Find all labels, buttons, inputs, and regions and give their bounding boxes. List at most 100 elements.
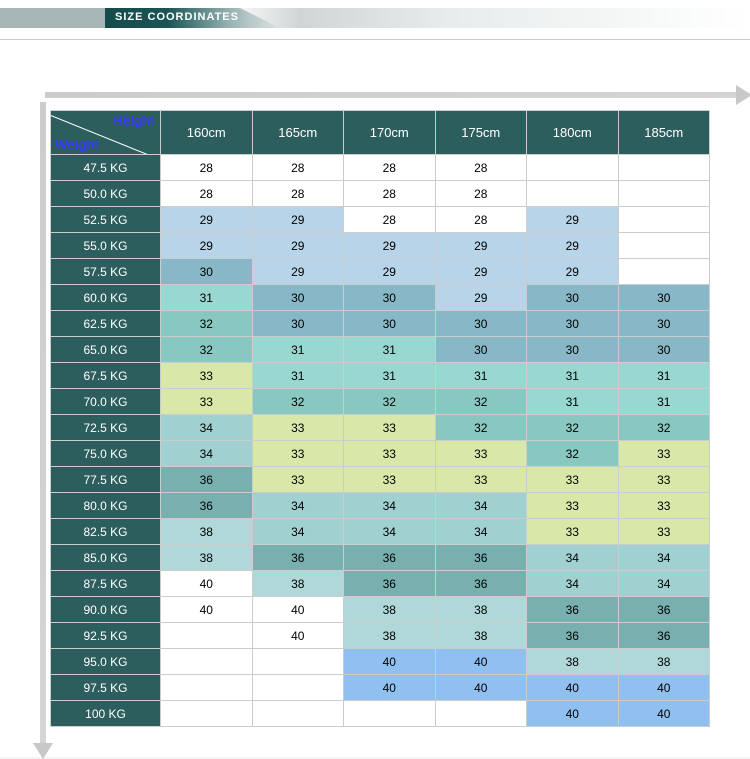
- size-cell: 34: [161, 415, 253, 441]
- size-cell: 34: [527, 545, 619, 571]
- size-cell: [344, 701, 436, 727]
- row-header: 80.0 KG: [51, 493, 161, 519]
- size-cell: 29: [435, 259, 527, 285]
- size-cell: 29: [252, 233, 344, 259]
- size-cell: 33: [618, 519, 710, 545]
- col-header: 185cm: [618, 111, 710, 155]
- size-cell: 32: [618, 415, 710, 441]
- col-header: 160cm: [161, 111, 253, 155]
- size-cell: [435, 701, 527, 727]
- size-cell: 31: [252, 337, 344, 363]
- size-cell: 38: [435, 623, 527, 649]
- table-row: 95.0 KG40403838: [51, 649, 710, 675]
- size-cell: [527, 181, 619, 207]
- axis-arrow-down-icon: [40, 102, 46, 747]
- row-header: 47.5 KG: [51, 155, 161, 181]
- size-cell: 40: [161, 571, 253, 597]
- size-cell: 29: [527, 233, 619, 259]
- size-cell: 38: [618, 649, 710, 675]
- size-cell: 30: [344, 285, 436, 311]
- row-header: 75.0 KG: [51, 441, 161, 467]
- size-cell: 30: [344, 311, 436, 337]
- size-cell: 30: [527, 337, 619, 363]
- size-cell: 33: [344, 467, 436, 493]
- row-header: 60.0 KG: [51, 285, 161, 311]
- row-header: 72.5 KG: [51, 415, 161, 441]
- size-cell: 36: [344, 571, 436, 597]
- row-header: 90.0 KG: [51, 597, 161, 623]
- col-header: 180cm: [527, 111, 619, 155]
- size-cell: 34: [252, 493, 344, 519]
- table-row: 85.0 KG383636363434: [51, 545, 710, 571]
- size-cell: 28: [252, 181, 344, 207]
- size-cell: 36: [435, 571, 527, 597]
- col-header: 170cm: [344, 111, 436, 155]
- size-cell: [618, 207, 710, 233]
- size-cell: 29: [435, 233, 527, 259]
- table-row: 72.5 KG343333323232: [51, 415, 710, 441]
- size-cell: 40: [435, 675, 527, 701]
- table-row: 97.5 KG40404040: [51, 675, 710, 701]
- size-cell: 31: [161, 285, 253, 311]
- size-cell: 32: [435, 389, 527, 415]
- size-cell: 28: [344, 207, 436, 233]
- table-row: 77.5 KG363333333333: [51, 467, 710, 493]
- size-cell: 29: [252, 259, 344, 285]
- size-cell: 36: [252, 545, 344, 571]
- size-cell: 29: [435, 285, 527, 311]
- table-body: 47.5 KG2828282850.0 KG2828282852.5 KG292…: [51, 155, 710, 727]
- size-cell: 38: [435, 597, 527, 623]
- size-cell: 32: [161, 311, 253, 337]
- col-header: 175cm: [435, 111, 527, 155]
- size-cell: 31: [252, 363, 344, 389]
- size-cell: 36: [161, 493, 253, 519]
- col-header: 165cm: [252, 111, 344, 155]
- axis-arrow-right-icon: [45, 92, 740, 98]
- table-row: 82.5 KG383434343333: [51, 519, 710, 545]
- size-cell: 40: [618, 701, 710, 727]
- row-header: 77.5 KG: [51, 467, 161, 493]
- size-cell: 29: [527, 207, 619, 233]
- size-cell: [161, 649, 253, 675]
- size-cell: 32: [252, 389, 344, 415]
- size-cell: 28: [161, 181, 253, 207]
- size-cell: 33: [435, 441, 527, 467]
- size-cell: [161, 623, 253, 649]
- corner-cell: Height Weight: [51, 111, 161, 155]
- size-cell: 33: [527, 467, 619, 493]
- size-cell: 34: [527, 571, 619, 597]
- size-cell: 31: [618, 363, 710, 389]
- size-cell: 30: [252, 285, 344, 311]
- size-cell: 31: [435, 363, 527, 389]
- size-cell: [618, 259, 710, 285]
- size-cell: 29: [344, 259, 436, 285]
- size-cell: 34: [252, 519, 344, 545]
- row-header: 65.0 KG: [51, 337, 161, 363]
- table-row: 52.5 KG2929282829: [51, 207, 710, 233]
- size-cell: 32: [344, 389, 436, 415]
- size-cell: 34: [435, 493, 527, 519]
- size-cell: 33: [527, 493, 619, 519]
- size-cell: 34: [618, 545, 710, 571]
- size-cell: [527, 155, 619, 181]
- size-cell: 28: [435, 181, 527, 207]
- size-cell: 31: [344, 337, 436, 363]
- table-row: 62.5 KG323030303030: [51, 311, 710, 337]
- row-header: 85.0 KG: [51, 545, 161, 571]
- size-cell: 40: [618, 675, 710, 701]
- header-accent-block: [0, 8, 105, 28]
- row-header: 97.5 KG: [51, 675, 161, 701]
- table-row: 67.5 KG333131313131: [51, 363, 710, 389]
- size-cell: 33: [618, 493, 710, 519]
- size-cell: 28: [161, 155, 253, 181]
- y-axis-label: Weight: [55, 137, 98, 152]
- size-cell: 33: [252, 415, 344, 441]
- table-row: 75.0 KG343333333233: [51, 441, 710, 467]
- size-cell: 30: [435, 337, 527, 363]
- size-cell: 31: [527, 389, 619, 415]
- size-cell: 38: [344, 623, 436, 649]
- size-cell: [252, 649, 344, 675]
- size-cell: 40: [161, 597, 253, 623]
- row-header: 55.0 KG: [51, 233, 161, 259]
- size-cell: 36: [344, 545, 436, 571]
